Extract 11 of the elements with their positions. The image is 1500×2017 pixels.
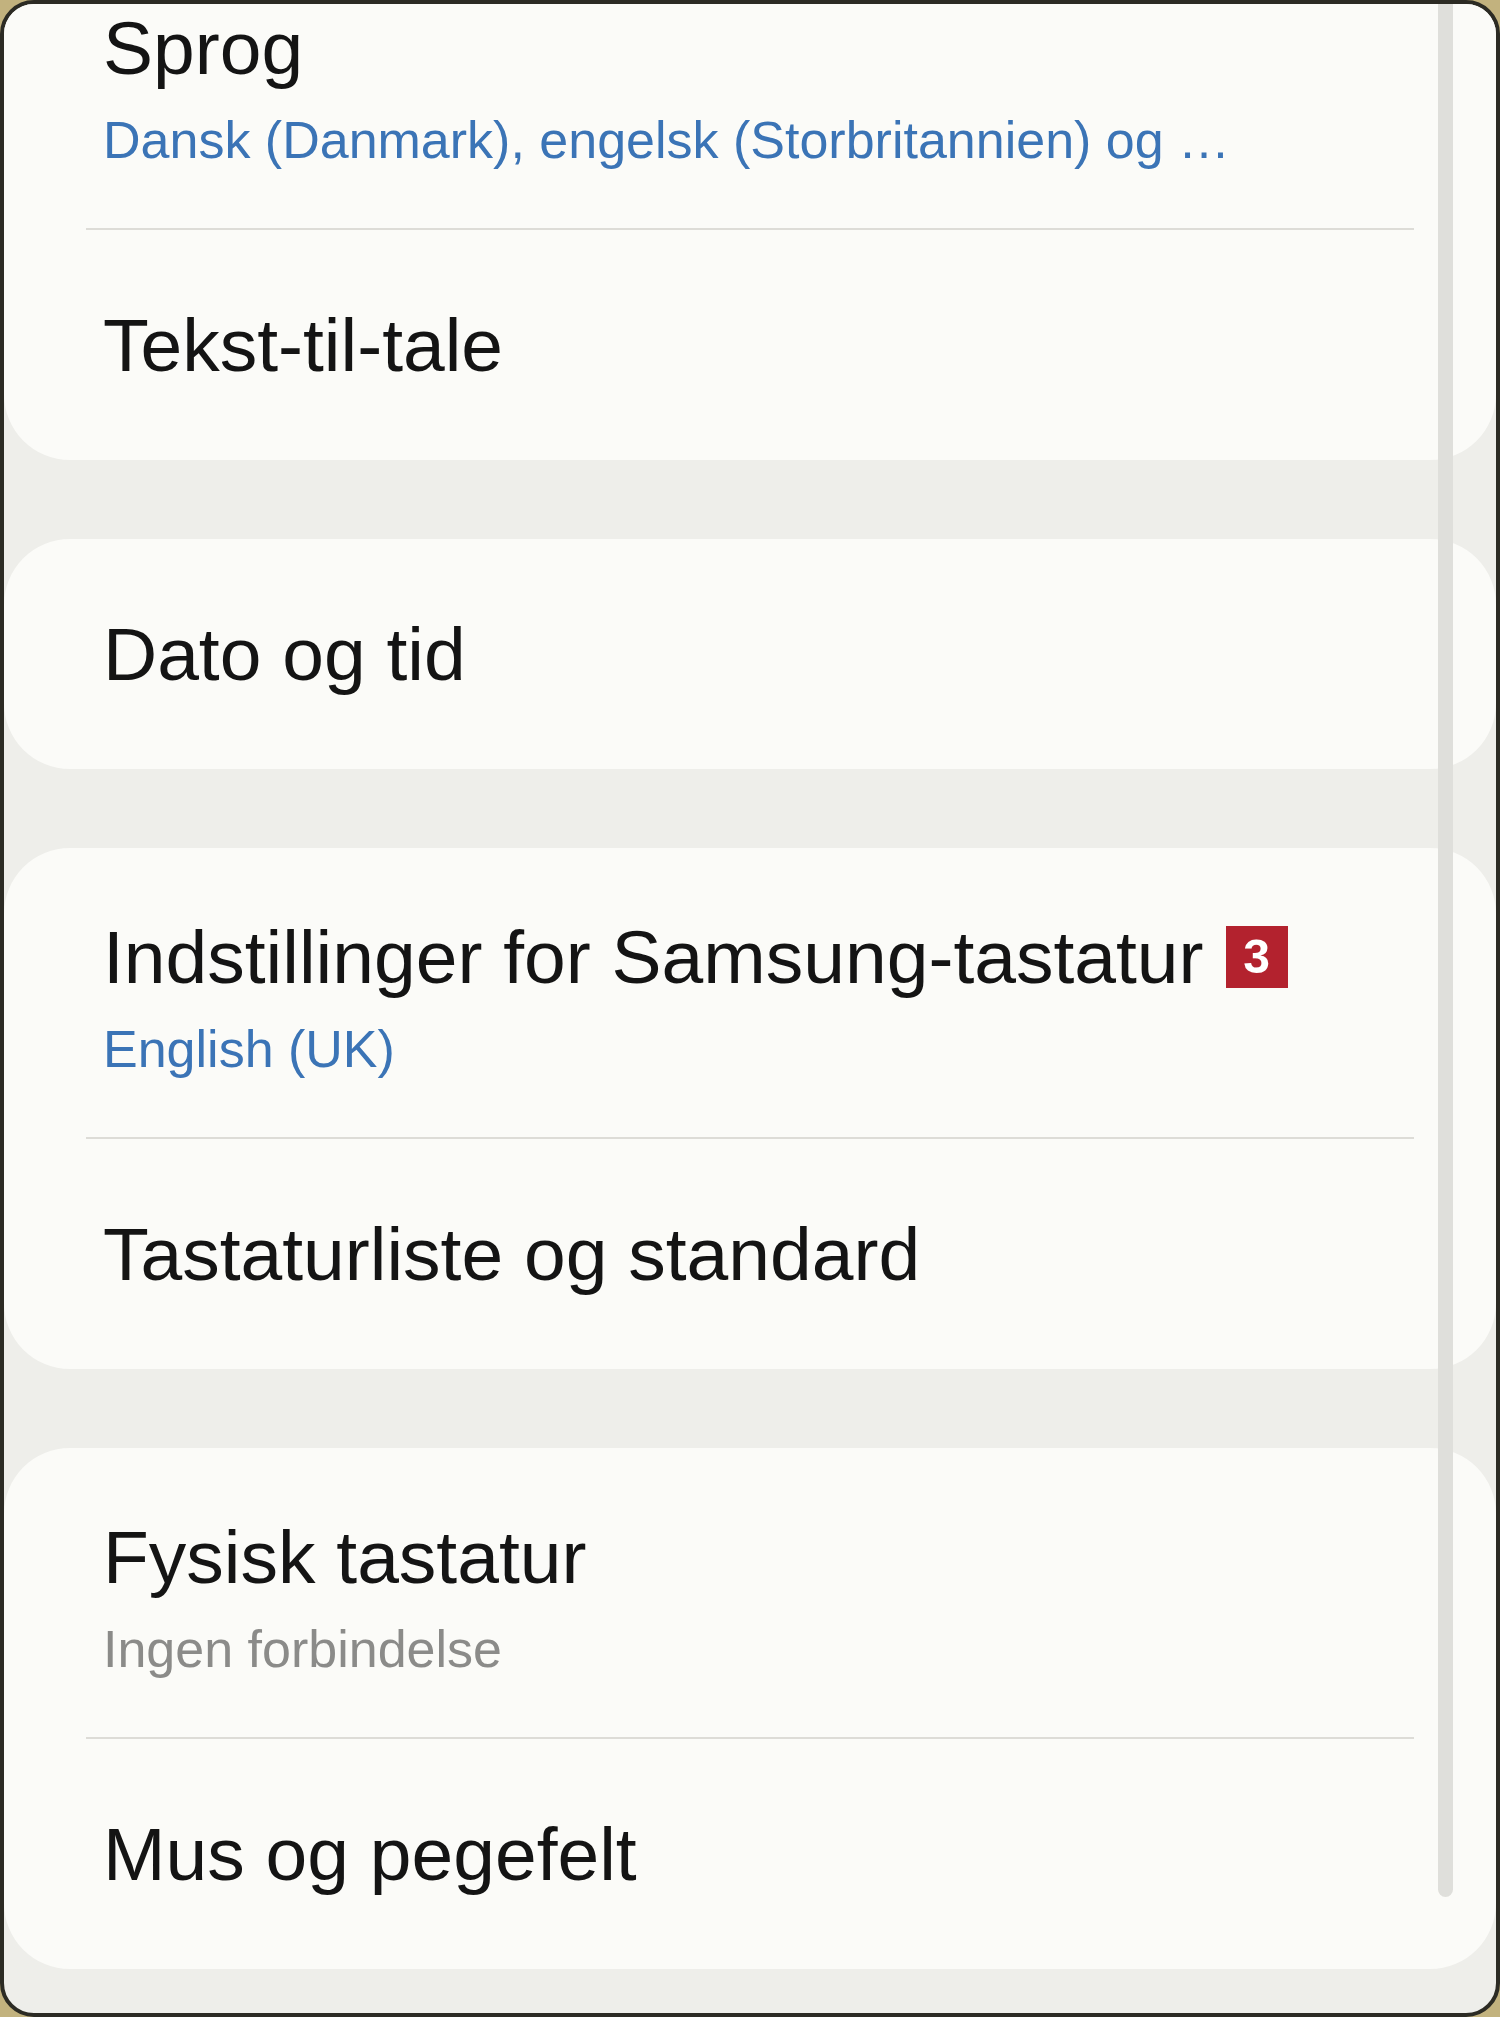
notification-badge: 3 — [1225, 926, 1288, 988]
settings-item[interactable]: Sprog Dansk (Danmark), engelsk (Storbritannien) og … — [4, 4, 1496, 228]
settings-item[interactable]: Dato og tid — [4, 539, 1496, 769]
item-subtitle: Dansk (Danmark), engelsk (Storbritannien) og … — [103, 110, 1232, 170]
settings-item[interactable]: Tekst-til-tale — [4, 230, 1496, 460]
settings-item[interactable]: Mus og pegefelt — [4, 1739, 1496, 1969]
item-subtitle: English (UK) — [103, 1019, 396, 1079]
item-subtitle: Ingen forbindelse — [103, 1619, 503, 1679]
settings-item[interactable]: Tastaturliste og standard — [4, 1139, 1496, 1369]
settings-item[interactable]: Indstillinger for Samsung-tastatur 3 English (UK) — [4, 848, 1496, 1137]
settings-item[interactable]: Fysisk tastatur Ingen forbindelse — [4, 1448, 1496, 1737]
